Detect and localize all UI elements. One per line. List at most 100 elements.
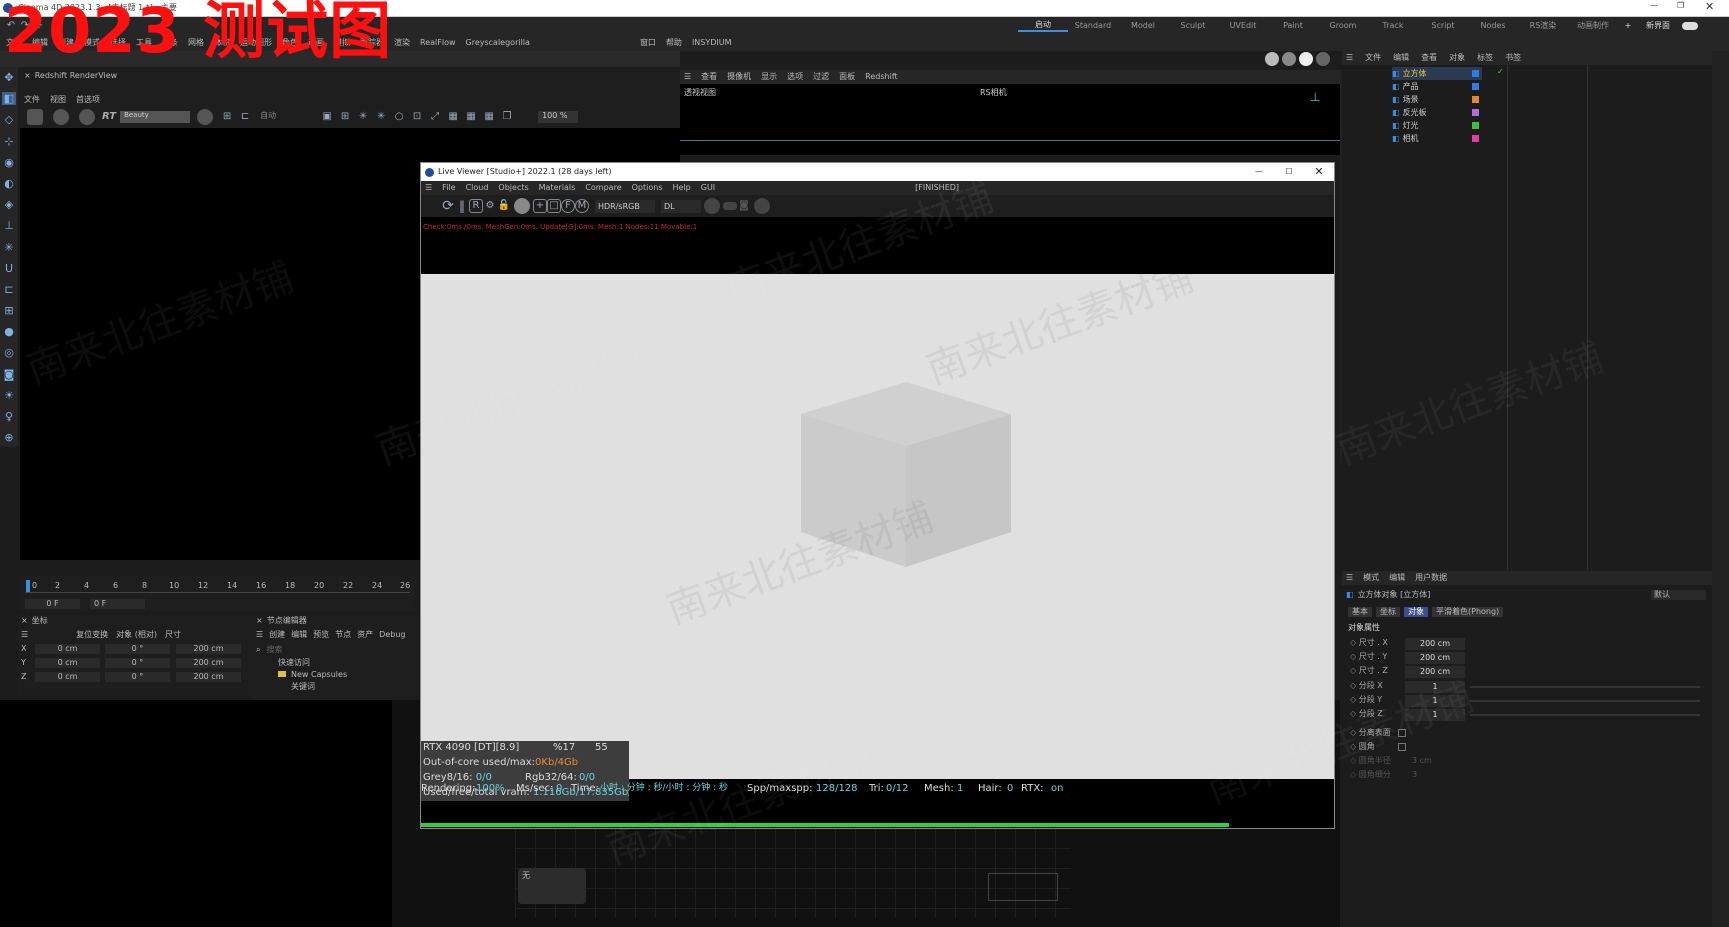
lv-menu-file[interactable]: File bbox=[442, 183, 455, 193]
layout-tab-uvedit[interactable]: UVEdit bbox=[1218, 21, 1268, 31]
light-tool-icon[interactable]: ☀ bbox=[2, 389, 16, 402]
copy-icon[interactable]: ❐ bbox=[500, 110, 514, 124]
minimize-button[interactable]: — bbox=[1650, 1, 1658, 11]
lv-menu-options[interactable]: Options bbox=[632, 183, 663, 193]
vp-menu-options[interactable]: 选项 bbox=[787, 72, 803, 82]
lv-sphere-icon[interactable] bbox=[704, 198, 720, 214]
cube-tool-icon[interactable]: ◧ bbox=[2, 92, 16, 106]
layout-tab-startup[interactable]: 启动 bbox=[1018, 20, 1068, 32]
lock-view-icon[interactable]: ▣ bbox=[320, 110, 334, 124]
checkmark-icon[interactable]: ✓ bbox=[1497, 67, 1504, 77]
lv-menu-help[interactable]: Help bbox=[673, 183, 691, 193]
lv-rect-icon[interactable] bbox=[723, 202, 737, 210]
field-value[interactable]: 200 cm bbox=[1405, 652, 1465, 664]
lock-icon[interactable]: ⊥ bbox=[2, 219, 16, 232]
lv-region-icon[interactable]: R bbox=[469, 199, 483, 213]
node-close-icon[interactable]: × bbox=[256, 616, 263, 626]
edge-tool-icon[interactable]: ◇ bbox=[2, 113, 16, 126]
viewport-menu-icon[interactable]: ☰ bbox=[684, 72, 691, 82]
material-icon[interactable] bbox=[1316, 52, 1330, 66]
snow-icon[interactable]: ✳ bbox=[356, 110, 370, 124]
toggle-icon[interactable] bbox=[1682, 22, 1698, 30]
size-mode-select[interactable]: 尺寸 bbox=[165, 630, 181, 640]
lv-menu-gui[interactable]: GUI bbox=[701, 183, 715, 193]
axis-icon[interactable]: ◐ bbox=[2, 177, 16, 190]
layout-tab-model[interactable]: Model bbox=[1118, 21, 1168, 31]
zoom-field[interactable]: 100 % bbox=[538, 111, 579, 123]
object-item[interactable]: ◧ 反光板 bbox=[1392, 106, 1482, 119]
rot-field[interactable]: 0 ° bbox=[105, 672, 170, 682]
image2-icon[interactable]: ▦ bbox=[464, 110, 478, 124]
restore-button[interactable]: ❐ bbox=[1677, 1, 1684, 11]
grid2-icon[interactable]: ⊞ bbox=[338, 110, 352, 124]
move-tool-icon[interactable]: ✥ bbox=[2, 71, 16, 84]
size-field[interactable]: 200 cm bbox=[176, 672, 241, 682]
object-item[interactable]: ◧ 灯光 bbox=[1392, 119, 1482, 132]
lv-camera-icon[interactable]: ◙ bbox=[737, 199, 751, 213]
rt-label[interactable]: RT bbox=[102, 111, 116, 123]
auto-select[interactable]: 自动 bbox=[256, 111, 316, 123]
attr-menu-userdata[interactable]: 用户数据 bbox=[1415, 573, 1447, 583]
expand-icon[interactable]: ⤢ bbox=[428, 110, 442, 124]
layout-tab-sculpt[interactable]: Sculpt bbox=[1168, 21, 1218, 31]
layout-tab-nodes[interactable]: Nodes bbox=[1468, 21, 1518, 31]
rv-menu-view[interactable]: 视图 bbox=[50, 95, 66, 105]
refresh-icon[interactable] bbox=[79, 109, 95, 125]
lv-window-icon[interactable]: □ bbox=[547, 199, 561, 213]
lv-menu-materials[interactable]: Materials bbox=[539, 183, 576, 193]
lv-colorspace-select[interactable]: HDR/sRGB bbox=[595, 199, 655, 213]
rot-field[interactable]: 0 ° bbox=[105, 658, 170, 668]
grid-icon[interactable]: ⊞ bbox=[2, 304, 16, 317]
node-menu-preview[interactable]: 预览 bbox=[313, 630, 329, 640]
playhead-icon[interactable] bbox=[26, 580, 30, 592]
vp-menu-view[interactable]: 查看 bbox=[701, 72, 717, 82]
render-icon[interactable] bbox=[1265, 52, 1279, 66]
lv-pause-icon[interactable]: ‖ bbox=[455, 199, 469, 213]
rot-field[interactable]: 0 ° bbox=[105, 644, 170, 654]
lv-dot-icon[interactable] bbox=[754, 198, 770, 214]
lv-material-icon[interactable] bbox=[514, 198, 530, 214]
close-panel-icon[interactable]: × bbox=[24, 71, 31, 81]
image3-icon[interactable]: ▦ bbox=[482, 110, 496, 124]
aov-select[interactable]: Beauty bbox=[120, 111, 191, 123]
attr-menu-mode[interactable]: 模式 bbox=[1363, 573, 1379, 583]
image1-icon[interactable]: ▦ bbox=[446, 110, 460, 124]
object-item[interactable]: ◧ 场景 bbox=[1392, 93, 1482, 106]
rv-menu-file[interactable]: 文件 bbox=[24, 95, 40, 105]
slider-track[interactable] bbox=[1470, 714, 1700, 716]
node-menu-icon[interactable]: ☰ bbox=[256, 630, 263, 640]
play-icon[interactable] bbox=[53, 109, 69, 125]
sparkle-icon[interactable]: ✳ bbox=[2, 241, 16, 254]
tab-phong[interactable]: 平滑着色(Phong) bbox=[1432, 607, 1504, 617]
tab-basic[interactable]: 基本 bbox=[1348, 607, 1372, 617]
lv-settings-icon[interactable]: ⚙ bbox=[483, 199, 497, 213]
attr-menu-icon[interactable]: ☰ bbox=[1346, 573, 1353, 583]
rv-menu-prefs[interactable]: 首选项 bbox=[76, 95, 100, 105]
color-icon[interactable] bbox=[197, 109, 214, 125]
vp-menu-display[interactable]: 显示 bbox=[761, 72, 777, 82]
menu-greyscalegorilla[interactable]: Greyscalegorilla bbox=[466, 38, 530, 48]
workplane-icon[interactable]: ◈ bbox=[2, 198, 16, 211]
lv-add-icon[interactable]: + bbox=[533, 199, 547, 213]
bulb-icon[interactable]: ♀ bbox=[2, 410, 16, 423]
target-icon[interactable]: ◎ bbox=[2, 346, 16, 359]
crop-view-icon[interactable]: ⊏ bbox=[238, 110, 252, 124]
globe-icon[interactable]: ⊕ bbox=[2, 431, 16, 444]
menu-window[interactable]: 窗口 bbox=[640, 38, 656, 48]
vp-menu-redshift[interactable]: Redshift bbox=[865, 72, 897, 82]
object-menu-icon[interactable]: ☰ bbox=[1346, 53, 1353, 63]
point-tool-icon[interactable]: ⊹ bbox=[2, 135, 16, 148]
frame-start-field[interactable]: 0 F bbox=[25, 599, 80, 609]
object-item[interactable]: ◧ 相机 bbox=[1392, 132, 1482, 145]
layout-tab-standard[interactable]: Standard bbox=[1068, 21, 1118, 31]
layout-tab-groom[interactable]: Groom bbox=[1318, 21, 1368, 31]
snapshot-icon[interactable] bbox=[27, 109, 43, 125]
frame-current-field[interactable]: 0 F bbox=[90, 599, 145, 609]
layout-tab-rs[interactable]: RS渲染 bbox=[1518, 21, 1568, 31]
magnet-icon[interactable]: Ս bbox=[2, 262, 16, 275]
lv-menu-icon[interactable]: ☰ bbox=[425, 183, 432, 193]
om-menu-view[interactable]: 查看 bbox=[1421, 53, 1437, 63]
grid-view-icon[interactable]: ⊞ bbox=[220, 110, 234, 124]
object-mode-select[interactable]: 对象 (相对) bbox=[116, 630, 157, 640]
pos-field[interactable]: 0 cm bbox=[35, 644, 100, 654]
